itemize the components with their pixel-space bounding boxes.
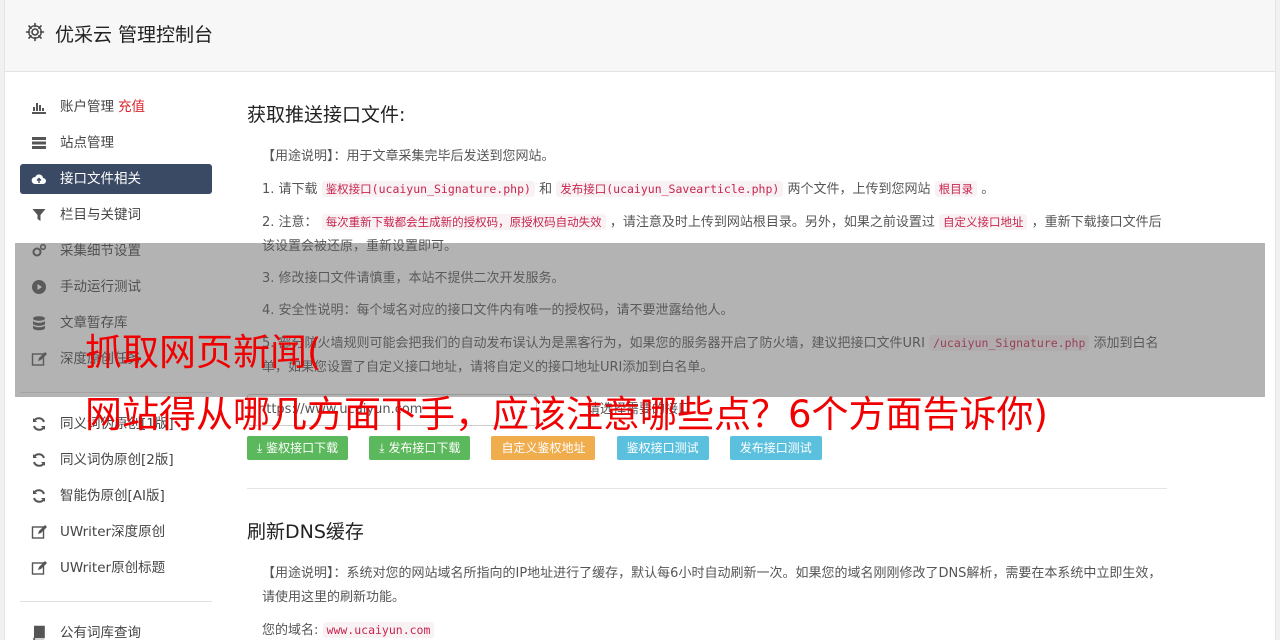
server-icon (32, 137, 46, 149)
domain-value: www.ucaiyun.com (322, 622, 435, 638)
sidebar-item-label: 栏目与关键词 (60, 207, 141, 223)
signature-file-code: 鉴权接口(ucaiyun_Signature.php) (321, 181, 535, 197)
sidebar-item-sites[interactable]: 站点管理 (20, 128, 212, 158)
domain-label: 您的域名: (262, 623, 319, 638)
cloud-upload-icon (31, 174, 46, 184)
sidebar-item-uwriter-title[interactable]: UWriter原创标题 (20, 553, 212, 583)
sidebar-item-label: 公有词库查询 (60, 625, 141, 640)
download-icon: ⤓ (257, 441, 267, 455)
refresh-icon (33, 417, 45, 431)
overlay-headline-line1: 抓取网页新闻( (85, 331, 322, 374)
section-divider (247, 488, 1167, 489)
domain-row: 您的域名: www.ucaiyun.com (262, 618, 1167, 640)
sidebar-item-label: 同义词伪原创[2版] (60, 452, 174, 468)
custom-url-code: 自定义接口地址 (938, 214, 1028, 230)
bar-chart-icon (32, 103, 46, 114)
sidebar-item-label: 账户管理 (60, 99, 114, 115)
savearticle-file-code: 发布接口(ucaiyun_Savearticle.php) (556, 181, 784, 197)
sidebar-item-label: 接口文件相关 (60, 171, 141, 187)
sidebar-item-label: 站点管理 (60, 135, 114, 151)
sidebar-item-label: UWriter深度原创 (60, 524, 166, 540)
dns-usage-note: 【用途说明】：系统对您的网站域名所指向的IP地址进行了缓存，默认每6小时自动刷新… (262, 566, 1162, 605)
download-signature-button[interactable]: ⤓ 鉴权接口下载 (247, 436, 349, 460)
edit-icon (31, 561, 47, 575)
sidebar-item-label: 智能伪原创[AI版] (60, 488, 165, 504)
page-title: 优采云 管理控制台 (55, 24, 214, 46)
step-1: 1. 请下载 鉴权接口(ucaiyun_Signature.php) 和 发布接… (262, 181, 995, 197)
custom-auth-url-button[interactable]: 自定义鉴权地址 (491, 436, 596, 460)
section-title-interface: 获取推送接口文件: (247, 104, 406, 126)
sidebar-item-columns-keywords[interactable]: 栏目与关键词 (20, 200, 212, 230)
header: 优采云 管理控制台 (5, 0, 1275, 72)
filter-icon (32, 209, 46, 221)
sidebar-item-account[interactable]: 账户管理 充值 (20, 92, 212, 122)
button-row: ⤓ 鉴权接口下载 ⤓ 发布接口下载 自定义鉴权地址 鉴权接口测试 发布接口测试 (247, 436, 1167, 462)
sidebar-item-ai-rewrite[interactable]: 智能伪原创[AI版] (20, 481, 212, 511)
sidebar-item-public-lexicon[interactable]: 公有词库查询 (20, 618, 212, 640)
refresh-icon (33, 489, 45, 503)
overlay-headline-line2: 网站得从哪几方面下手，应该注意哪些点？6个方面告诉你) (85, 393, 1048, 436)
sidebar-item-synonym-v2[interactable]: 同义词伪原创[2版] (20, 445, 212, 475)
recharge-link[interactable]: 充值 (118, 99, 145, 115)
usage-note: 【用途说明】：用于文章采集完毕后发送到您网站。 (262, 149, 555, 164)
edit-icon (31, 525, 47, 539)
test-publish-button[interactable]: 发布接口测试 (729, 436, 822, 460)
section-title-dns: 刷新DNS缓存 (247, 521, 364, 543)
download-icon: ⤓ (379, 441, 389, 455)
refresh-icon (33, 453, 45, 467)
book-icon (33, 625, 45, 640)
auth-regenerate-code: 每次重新下载都会生成新的授权码，原授权码自动失效 (321, 214, 606, 230)
sidebar-item-uwriter-deep[interactable]: UWriter深度原创 (20, 517, 212, 547)
gear-icon[interactable] (25, 22, 45, 42)
sidebar-item-interface-files[interactable]: 接口文件相关 (20, 164, 212, 194)
root-dir-code: 根目录 (934, 181, 978, 197)
sidebar-divider (20, 601, 212, 602)
test-signature-button[interactable]: 鉴权接口测试 (616, 436, 709, 460)
download-publish-button[interactable]: ⤓ 发布接口下载 (369, 436, 471, 460)
sidebar-item-label: UWriter原创标题 (60, 560, 166, 576)
